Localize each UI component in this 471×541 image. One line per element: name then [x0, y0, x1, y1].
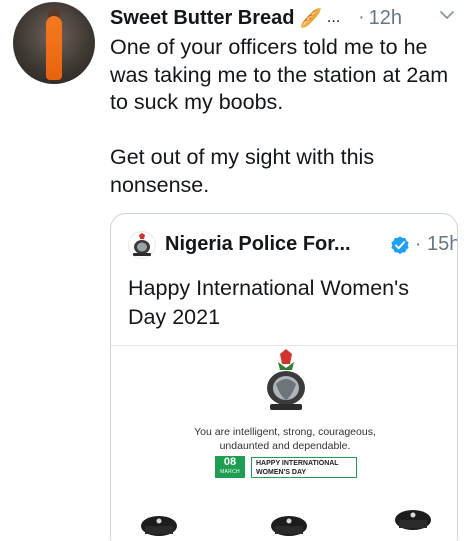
chevron-down-icon[interactable]: [438, 8, 456, 22]
avatar-figure: [46, 16, 62, 80]
verified-badge-icon: [391, 236, 409, 255]
tweet-header: Sweet Butter Bread 🥖 ... · 12h: [110, 6, 402, 30]
author-avatar[interactable]: [13, 2, 95, 84]
quoted-media-image[interactable]: You are intelligent, strong, courageous,…: [111, 345, 457, 541]
quoted-author-name[interactable]: Nigeria Police For...: [165, 233, 351, 256]
officer-cap-3: [395, 510, 431, 530]
police-crest-emblem: [267, 349, 305, 410]
police-crest-avatar[interactable]: [128, 231, 156, 259]
date-month: MARCH: [220, 469, 240, 475]
officer-cap-2: [271, 516, 307, 536]
quoted-tweet[interactable]: Nigeria Police For... · 15h Happy Intern…: [110, 213, 458, 541]
quoted-tweet-text: Happy International Women's Day 2021: [128, 276, 409, 329]
image-caption-line-2: undaunted and dependable.: [219, 440, 351, 452]
banner-line-2: WOMEN'S DAY: [256, 469, 307, 476]
bread-emoji: 🥖: [299, 7, 322, 28]
image-caption-line-1: You are intelligent, strong, courageous,: [194, 426, 376, 438]
date-number: 08: [223, 456, 237, 468]
author-name[interactable]: Sweet Butter Bread: [110, 7, 295, 30]
date-badge: 08 MARCH: [215, 456, 245, 478]
quoted-timestamp[interactable]: 15h: [427, 233, 457, 256]
name-ellipsis: ...: [326, 9, 341, 26]
quoted-header-separator: ·: [415, 234, 422, 255]
banner-line-1: HAPPY INTERNATIONAL: [256, 460, 339, 467]
tweet-text: One of your officers told me to he was t…: [110, 35, 449, 197]
header-separator: ·: [358, 7, 365, 28]
womens-day-banner: HAPPY INTERNATIONAL WOMEN'S DAY: [251, 457, 357, 478]
tweet[interactable]: Sweet Butter Bread 🥖 ... · 12h One of yo…: [0, 0, 471, 541]
officer-cap-1: [141, 516, 177, 536]
tweet-timestamp[interactable]: 12h: [369, 7, 402, 30]
